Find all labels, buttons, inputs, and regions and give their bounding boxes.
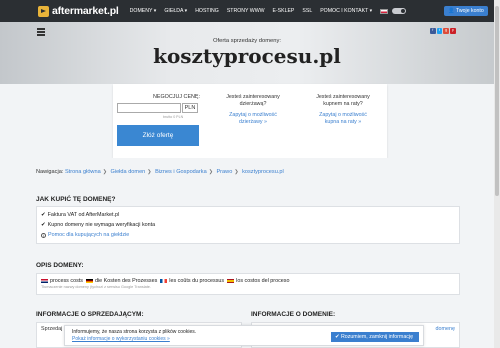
translation-note: Tłumaczenie nazwy domeny (tychozi z serw… xyxy=(41,285,151,289)
spanish-flag-icon xyxy=(227,278,235,284)
theme-toggle[interactable] xyxy=(392,8,407,14)
installments-text-1: Jesteś zainteresowany xyxy=(316,94,370,100)
check-icon: ✔ xyxy=(335,334,340,340)
main-menu: DOMENY ▾ GIEŁDA ▾ HOSTING STRONY WWW E-S… xyxy=(126,8,377,14)
breadcrumb-exchange[interactable]: Giełda domen xyxy=(110,169,145,175)
lease-text-1: Jesteś zainteresowany xyxy=(226,94,280,100)
translation-es: los costos del proceso xyxy=(227,278,289,284)
price-note: brutto 0 PLN xyxy=(163,115,184,119)
translations-row: process costs die Kosten des Prozesses l… xyxy=(41,278,455,284)
hero-banner: f t g p Oferta sprzedaży domeny: kosztyp… xyxy=(0,22,494,84)
user-icon: 👤 xyxy=(448,8,455,14)
seller-info-text: Sprzedaj xyxy=(41,326,63,332)
cookie-accept-label: Rozumiem, zamknij informację xyxy=(340,334,414,340)
logo-arrow-icon xyxy=(38,5,49,17)
menu-item-domeny[interactable]: DOMENY ▾ xyxy=(130,8,157,14)
breadcrumb-current[interactable]: kosztyprocesu.pl xyxy=(242,169,284,175)
feature-text: Faktura VAT od AfterMarket.pl xyxy=(47,212,120,218)
feature-item: ✔ Faktura VAT od AfterMarket.pl xyxy=(41,210,455,220)
top-navbar: aftermarket.pl DOMENY ▾ GIEŁDA ▾ HOSTING… xyxy=(0,0,494,22)
how-to-buy-box: ✔ Faktura VAT od AfterMarket.pl ✔ Kupno … xyxy=(36,206,460,244)
translation-text: los costos del proceso xyxy=(236,278,290,284)
feature-item: ✔ Kupno domeny nie wymaga weryfikacji ko… xyxy=(41,220,455,230)
lease-link-line-2: dzierżawy » xyxy=(239,118,267,125)
twitter-icon[interactable]: t xyxy=(436,28,443,34)
info-icon: i xyxy=(41,232,46,238)
cookie-accept-button[interactable]: ✔ Rozumiem, zamknij informację xyxy=(331,332,419,342)
menu-item-strony-www[interactable]: STRONY WWW xyxy=(227,8,265,14)
menu-item-pomoc[interactable]: POMOC I KONTAKT ▾ xyxy=(320,8,372,14)
installments-link-line-1: Zapytaj o możliwość xyxy=(319,112,367,119)
help-item: i Pomoc dla kupujących na giełdzie xyxy=(41,230,455,240)
cookie-message: Informujemy, że nasza strona korzysta z … xyxy=(72,329,197,335)
description-box: process costs die Kosten des Prozesses l… xyxy=(36,273,460,295)
chevron-right-icon: ❯ xyxy=(147,169,152,175)
offer-card: NEGOCJUJ CENĘ: PLN brutto 0 PLN Złóż ofe… xyxy=(113,84,387,158)
checkmark-icon: ✔ xyxy=(41,222,46,228)
uk-flag-icon xyxy=(41,278,48,284)
translation-en: process costs xyxy=(41,278,83,284)
currency-select[interactable]: PLN xyxy=(182,103,198,113)
main-content: Nawigacja: Strona główna ❯ Giełda domen ❯ … xyxy=(0,158,494,348)
price-input[interactable] xyxy=(117,103,181,113)
chevron-right-icon: ❯ xyxy=(102,169,107,175)
lease-link[interactable]: Zapytaj o możliwość dzierżawy » xyxy=(220,112,286,125)
translation-de: die Kosten des Prozesses xyxy=(85,278,158,284)
translation-text: die Kosten des Prozesses xyxy=(94,278,158,284)
account-button-label: Twoje konto xyxy=(456,8,484,14)
menu-item-e-sklep[interactable]: E-SKLEP xyxy=(272,8,294,14)
cookie-info-link[interactable]: Pokaż informacje o wykorzystaniu cookies… xyxy=(72,336,196,343)
checkmark-icon: ✔ xyxy=(41,212,46,218)
how-to-buy-title: JAK KUPIĆ TĘ DOMENĘ? xyxy=(36,196,116,203)
domain-info-title: INFORMACJE O DOMENIE: xyxy=(251,311,336,318)
chevron-right-icon: ❯ xyxy=(234,169,239,175)
breadcrumb: Nawigacja: Strona główna ❯ Giełda domen ❯ … xyxy=(36,169,284,175)
menu-item-ssl[interactable]: SSL xyxy=(302,8,312,14)
installments-block: Jesteś zainteresowany kupnem na raty? Za… xyxy=(310,94,376,125)
social-links: f t g p xyxy=(430,28,457,34)
lease-link-line-1: Zapytaj o możliwość xyxy=(229,112,277,119)
translation-text: les coûts du processus xyxy=(169,278,225,284)
cookie-text: Informujemy, że nasza strona korzysta z … xyxy=(72,329,196,342)
breadcrumb-home[interactable]: Strona główna xyxy=(65,169,101,175)
french-flag-icon xyxy=(160,278,168,284)
account-button[interactable]: 👤 Twoje konto xyxy=(444,6,488,16)
german-flag-icon xyxy=(85,278,93,284)
breadcrumb-label: Nawigacja: xyxy=(36,169,64,175)
submit-offer-button[interactable]: Złóż ofertę xyxy=(117,125,199,146)
description-title: OPIS DOMENY: xyxy=(36,262,84,269)
domain-title: kosztyprocesu.pl xyxy=(153,44,341,68)
site-logo[interactable]: aftermarket.pl xyxy=(38,5,119,17)
lease-block: Jesteś zainteresowany dzierżawą? Zapytaj… xyxy=(220,94,286,125)
cookie-banner: Informujemy, że nasza strona korzysta z … xyxy=(64,325,424,346)
logo-text: aftermarket.pl xyxy=(52,5,119,17)
pinterest-icon[interactable]: p xyxy=(450,28,456,34)
polish-flag-icon[interactable] xyxy=(380,8,389,14)
facebook-icon[interactable]: f xyxy=(430,28,436,34)
chevron-right-icon: ❯ xyxy=(208,169,213,175)
seller-info-title: INFORMACJE O SPRZEDAJĄCYM: xyxy=(36,311,144,318)
translation-fr: les coûts du processus xyxy=(160,278,224,284)
price-label: NEGOCJUJ CENĘ: xyxy=(153,94,201,100)
menu-item-gielda[interactable]: GIEŁDA ▾ xyxy=(164,8,187,14)
vertical-scrollbar[interactable] xyxy=(494,0,500,348)
installments-text-2: kupnem na raty? xyxy=(323,100,363,107)
lease-text-2: dzierżawą? xyxy=(239,100,267,107)
feature-text: Kupno domeny nie wymaga weryfikacji kont… xyxy=(47,222,156,228)
buyer-help-link[interactable]: Pomoc dla kupujących na giełdzie xyxy=(48,232,129,238)
scrollbar-thumb[interactable] xyxy=(495,6,499,196)
breadcrumb-category[interactable]: Biznes i Gospodarka xyxy=(155,169,207,175)
google-plus-icon[interactable]: g xyxy=(443,28,449,34)
hamburger-menu-icon[interactable] xyxy=(37,28,45,37)
translation-text: process costs xyxy=(50,278,83,284)
menu-item-hosting[interactable]: HOSTING xyxy=(195,8,219,14)
installments-link-line-2: kupna na raty » xyxy=(324,118,362,125)
installments-link[interactable]: Zapytaj o możliwość kupna na raty » xyxy=(310,112,376,125)
breadcrumb-subcategory[interactable]: Prawo xyxy=(216,169,232,175)
